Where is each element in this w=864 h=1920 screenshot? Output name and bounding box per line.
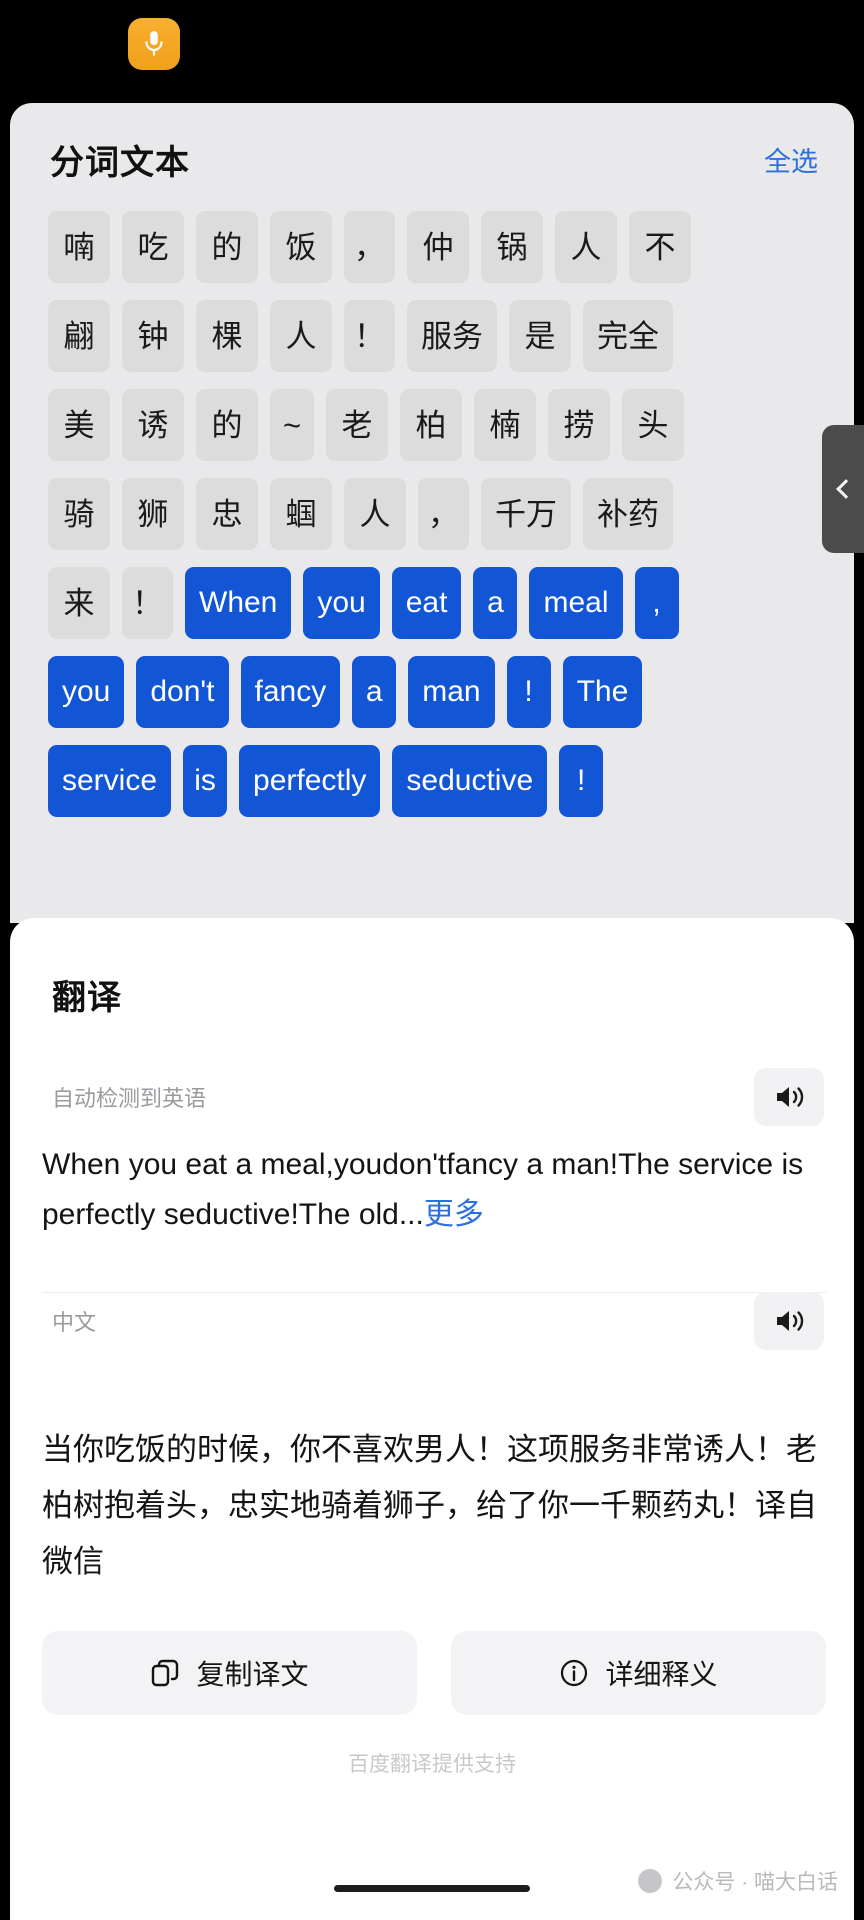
copy-translation-button[interactable]: 复制译文 bbox=[42, 1631, 417, 1715]
word-chip[interactable]: When bbox=[185, 567, 292, 639]
translation-provider-note: 百度翻译提供支持 bbox=[348, 1753, 516, 1776]
word-chip[interactable]: 完全 bbox=[583, 300, 673, 372]
source-lang-label: 自动检测到英语 bbox=[52, 1086, 207, 1111]
word-chip[interactable]: 翩 bbox=[48, 300, 110, 372]
segmentation-header: 分词文本 全选 bbox=[10, 103, 854, 215]
more-link[interactable]: 更多 bbox=[424, 1198, 484, 1231]
phone-screen: 分词文本 全选 喃吃的饭，仲锅人不翩钟棵人！服务是完全美诱的 ~ 老柏楠捞头骑狮忠蝈… bbox=[0, 0, 864, 1920]
word-chip[interactable]: 捞 bbox=[548, 389, 610, 461]
source-text-content: When you eat a meal,youdon'tfancy a man!… bbox=[42, 1148, 804, 1231]
word-chip[interactable]: 钟 bbox=[122, 300, 184, 372]
word-chip[interactable]: 人 bbox=[555, 211, 617, 283]
word-chip[interactable]: is bbox=[183, 745, 228, 817]
target-text: 当你吃饭的时候，你不喜欢男人！这项服务非常诱人！老柏树抱着头，忠实地骑着狮子，给… bbox=[42, 1432, 817, 1579]
status-bar bbox=[0, 0, 864, 100]
word-chip[interactable]: seductive bbox=[392, 745, 548, 817]
detailed-definition-button[interactable]: 详细释义 bbox=[451, 1631, 826, 1715]
word-chip[interactable]: 人 bbox=[270, 300, 332, 372]
word-chip[interactable]: 服务 bbox=[407, 300, 497, 372]
word-chip[interactable]: eat bbox=[391, 567, 462, 639]
panel-collapse-handle[interactable] bbox=[822, 425, 864, 553]
source-speaker-button[interactable] bbox=[754, 1068, 824, 1126]
word-chip-row: 骑狮忠蝈人，千万 补药 bbox=[48, 478, 816, 550]
word-chip[interactable]: 是 bbox=[509, 300, 571, 372]
segmentation-card: 分词文本 全选 喃吃的饭，仲锅人不翩钟棵人！服务是完全美诱的 ~ 老柏楠捞头骑狮忠蝈… bbox=[10, 103, 854, 923]
word-chip-list: 喃吃的饭，仲锅人不翩钟棵人！服务是完全美诱的 ~ 老柏楠捞头骑狮忠蝈人，千万 补药来！… bbox=[10, 211, 854, 923]
source-lang-row: 自动检测到英语 bbox=[52, 1068, 824, 1126]
word-chip[interactable]: 老 bbox=[326, 389, 388, 461]
copy-icon bbox=[152, 1659, 179, 1687]
word-chip[interactable]: 忠 bbox=[196, 478, 258, 550]
word-chip[interactable]: a bbox=[473, 567, 518, 639]
word-chip[interactable]: 来 bbox=[48, 567, 110, 639]
word-chip-row: 喃吃的饭，仲锅人不 bbox=[48, 211, 816, 283]
source-text: When you eat a meal,youdon'tfancy a man!… bbox=[42, 1140, 826, 1240]
word-chip[interactable]: ！ bbox=[344, 300, 395, 372]
home-indicator[interactable] bbox=[334, 1885, 530, 1892]
word-chip[interactable]: 不 bbox=[629, 211, 691, 283]
word-chip[interactable]: ， bbox=[418, 478, 469, 550]
page-title: 分词文本 bbox=[50, 143, 190, 182]
word-chip[interactable]: The bbox=[562, 656, 643, 728]
word-chip[interactable]: 的 bbox=[196, 389, 258, 461]
target-speaker-button[interactable] bbox=[754, 1292, 824, 1350]
word-chip[interactable]: man bbox=[408, 656, 495, 728]
translate-title: 翻译 bbox=[52, 979, 122, 1017]
word-chip[interactable]: 喃 bbox=[48, 211, 110, 283]
word-chip[interactable]: ~ bbox=[270, 389, 314, 461]
word-chip[interactable]: 千万 bbox=[481, 478, 571, 550]
word-chip[interactable]: you bbox=[303, 567, 380, 639]
word-chip[interactable]: 头 bbox=[622, 389, 684, 461]
word-chip[interactable]: a bbox=[352, 656, 397, 728]
chevron-left-icon bbox=[835, 479, 856, 499]
word-chip[interactable]: 诱 bbox=[122, 389, 184, 461]
target-lang-label: 中文 bbox=[52, 1310, 97, 1335]
word-chip[interactable]: 蝈 bbox=[270, 478, 332, 550]
word-chip[interactable]: 的 bbox=[196, 211, 258, 283]
word-chip[interactable]: perfectly bbox=[239, 745, 381, 817]
speaker-icon bbox=[777, 1311, 804, 1331]
word-chip[interactable]: 仲 bbox=[407, 211, 469, 283]
word-chip[interactable]: 补药 bbox=[583, 478, 673, 550]
word-chip[interactable]: 柏 bbox=[400, 389, 462, 461]
info-icon bbox=[561, 1659, 588, 1687]
word-chip[interactable]: 楠 bbox=[474, 389, 536, 461]
word-chip[interactable]: you bbox=[48, 656, 125, 728]
word-chip-row: you don't fancy a man! The bbox=[48, 656, 816, 728]
word-chip[interactable]: 美 bbox=[48, 389, 110, 461]
word-chip[interactable]: ， bbox=[344, 211, 395, 283]
word-chip[interactable]: 棵 bbox=[196, 300, 258, 372]
word-chip[interactable]: ！ bbox=[122, 567, 173, 639]
select-all-button[interactable]: 全选 bbox=[764, 140, 818, 179]
word-chip[interactable]: , bbox=[634, 567, 679, 639]
microphone-icon[interactable] bbox=[128, 18, 180, 70]
word-chip[interactable]: service bbox=[48, 745, 172, 817]
word-chip-row: 来！ When you eat a meal, bbox=[48, 567, 816, 639]
word-chip[interactable]: ! bbox=[559, 745, 604, 817]
word-chip-row: 美诱的 ~ 老柏楠捞头 bbox=[48, 389, 816, 461]
word-chip[interactable]: don't bbox=[136, 656, 229, 728]
word-chip[interactable]: ! bbox=[506, 656, 551, 728]
word-chip[interactable]: 人 bbox=[344, 478, 406, 550]
globe-icon bbox=[638, 1869, 663, 1893]
word-chip[interactable]: 骑 bbox=[48, 478, 110, 550]
word-chip[interactable]: 饭 bbox=[270, 211, 332, 283]
detailed-definition-label: 详细释义 bbox=[605, 1659, 718, 1690]
target-lang-row: 中文 bbox=[52, 1292, 824, 1350]
copy-translation-label: 复制译文 bbox=[196, 1659, 309, 1690]
word-chip-row: service is perfectly seductive! bbox=[48, 745, 816, 817]
word-chip[interactable]: meal bbox=[529, 567, 623, 639]
word-chip[interactable]: 吃 bbox=[122, 211, 184, 283]
watermark: 公众号 · 喵大白话 bbox=[638, 1866, 838, 1896]
word-chip-row: 翩钟棵人！服务是完全 bbox=[48, 300, 816, 372]
speaker-icon bbox=[777, 1087, 804, 1107]
word-chip[interactable]: 锅 bbox=[481, 211, 543, 283]
watermark-text: 公众号 · 喵大白话 bbox=[672, 1871, 838, 1894]
word-chip[interactable]: 狮 bbox=[122, 478, 184, 550]
word-chip[interactable]: fancy bbox=[240, 656, 341, 728]
action-button-row: 复制译文 详细释义 bbox=[42, 1631, 826, 1715]
